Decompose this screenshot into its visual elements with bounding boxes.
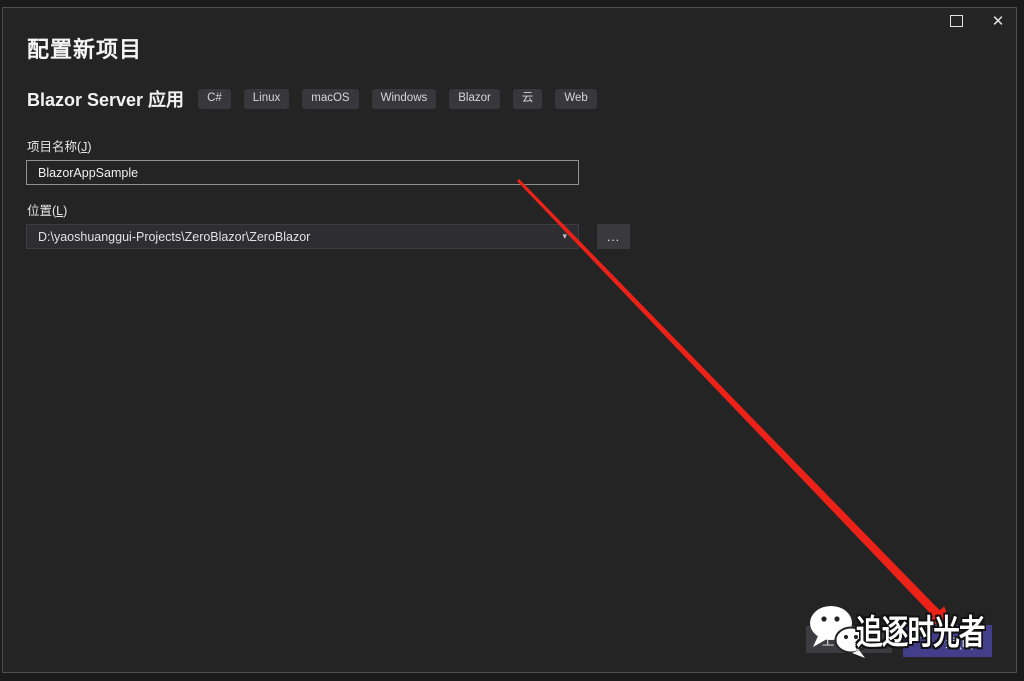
back-button[interactable]: 上一步(B): [806, 626, 892, 653]
page-title: 配置新项目: [27, 32, 142, 64]
project-name-input[interactable]: [26, 160, 579, 185]
chevron-down-icon: ▾: [562, 231, 567, 242]
location-label: 位置(L): [27, 200, 67, 219]
close-button[interactable]: ✕: [980, 6, 1016, 36]
location-label-text: 位置(: [27, 204, 56, 218]
project-name-label: 项目名称(J): [27, 136, 92, 155]
tag-csharp: C#: [198, 89, 231, 109]
template-name: Blazor Server 应用: [27, 86, 184, 112]
location-value: D:\yaoshuanggui-Projects\ZeroBlazor\Zero…: [38, 230, 556, 244]
tag-cloud: 云: [513, 89, 543, 109]
location-combobox[interactable]: D:\yaoshuanggui-Projects\ZeroBlazor\Zero…: [26, 224, 579, 249]
maximize-button[interactable]: [938, 6, 974, 36]
project-name-label-text: 项目名称(: [27, 140, 81, 154]
tag-macos: macOS: [302, 89, 358, 109]
location-label-suffix: ): [63, 204, 67, 218]
project-name-label-suffix: ): [87, 140, 91, 154]
tag-linux: Linux: [244, 89, 290, 109]
next-button[interactable]: 下一步(N): [903, 625, 992, 657]
tag-web: Web: [555, 89, 596, 109]
tag-blazor: Blazor: [449, 89, 500, 109]
maximize-icon: [950, 15, 963, 27]
close-icon: ✕: [992, 14, 1005, 29]
template-heading-row: Blazor Server 应用 C# Linux macOS Windows …: [27, 86, 597, 112]
tag-windows: Windows: [372, 89, 437, 109]
browse-button[interactable]: ...: [597, 224, 630, 249]
template-tags: C# Linux macOS Windows Blazor 云 Web: [198, 89, 597, 109]
